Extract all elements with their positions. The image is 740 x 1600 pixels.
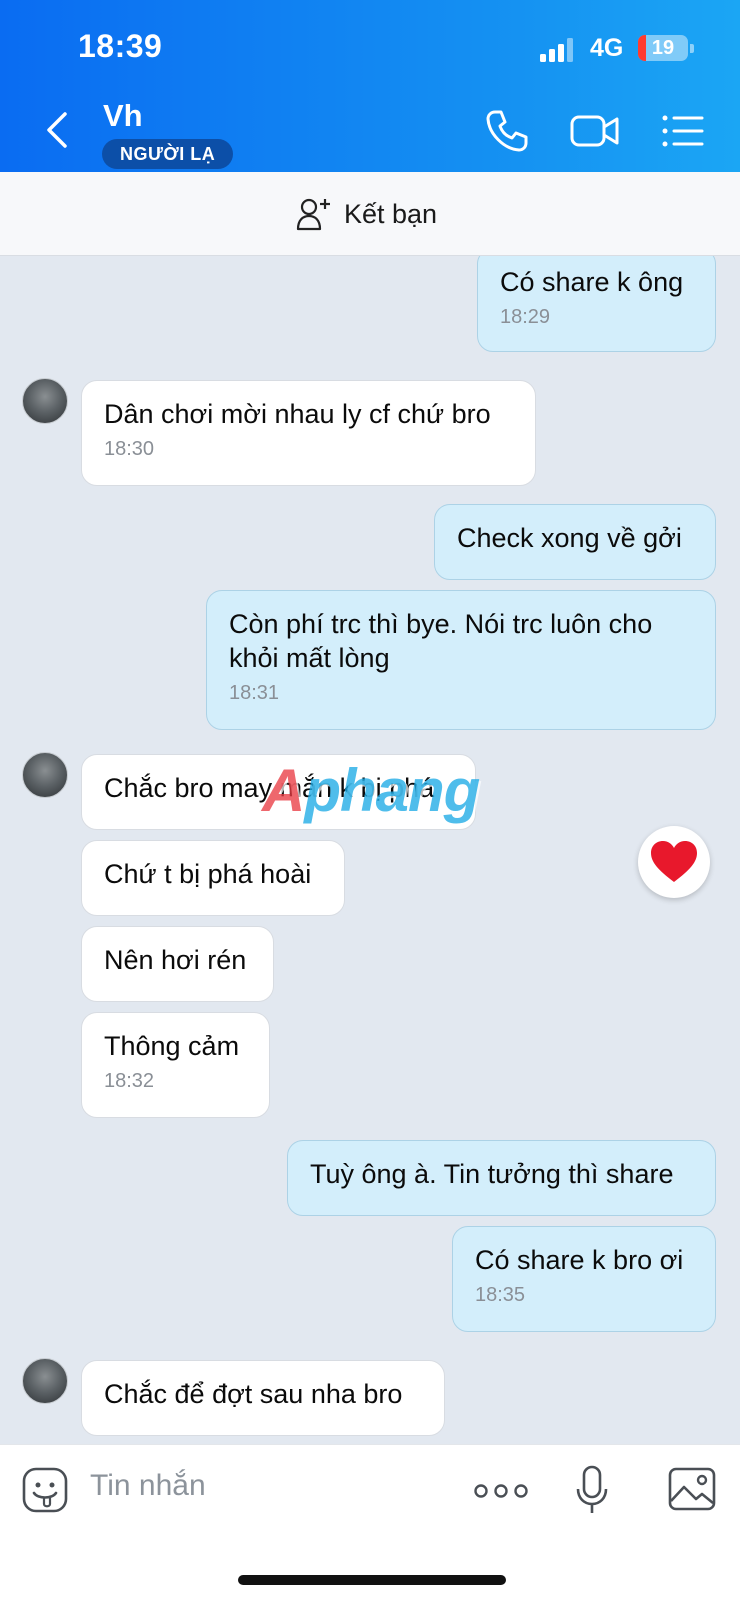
battery-level: 19 bbox=[651, 37, 675, 59]
message-list[interactable]: Có share k ông 18:29 Dân chơi mời nhau l… bbox=[0, 256, 740, 1444]
contact-name[interactable]: Vh bbox=[103, 98, 143, 134]
add-user-icon bbox=[296, 198, 330, 231]
message-bubble-received[interactable]: Nên hơi rén bbox=[81, 926, 274, 1002]
message-bubble-received[interactable]: Thông cảm 18:32 bbox=[81, 1012, 270, 1118]
add-friend-button[interactable]: Kết bạn bbox=[296, 194, 437, 234]
message-bubble-sent[interactable]: Còn phí trc thì bye. Nói trc luôn cho kh… bbox=[206, 590, 716, 730]
contact-avatar[interactable] bbox=[22, 1358, 68, 1404]
message-time: 18:32 bbox=[104, 1070, 155, 1092]
add-friend-bar: Kết bạn bbox=[0, 172, 740, 256]
back-arrow-icon[interactable] bbox=[38, 108, 78, 152]
message-time: 18:29 bbox=[500, 306, 551, 328]
message-text: Check xong về gởi bbox=[457, 523, 682, 553]
microphone-icon[interactable] bbox=[574, 1465, 610, 1515]
contact-avatar[interactable] bbox=[22, 752, 68, 798]
message-bubble-sent[interactable]: Có share k ông 18:29 bbox=[477, 256, 716, 352]
more-options-icon[interactable] bbox=[474, 1479, 528, 1503]
message-text: Có share k ông bbox=[500, 267, 684, 297]
message-text: Chắc để đợt sau nha bro bbox=[104, 1379, 403, 1409]
message-bubble-sent[interactable]: Có share k bro ơi 18:35 bbox=[452, 1226, 716, 1332]
contact-avatar[interactable] bbox=[22, 378, 68, 424]
chat-header: 18:39 4G 19 Vh NGƯỜI LẠ bbox=[0, 0, 740, 172]
message-text: Còn phí trc thì bye. Nói trc luôn cho kh… bbox=[229, 609, 653, 673]
message-time: 18:35 bbox=[475, 1284, 526, 1306]
message-composer: Tin nhắn bbox=[0, 1444, 740, 1600]
message-bubble-sent[interactable]: Tuỳ ông à. Tin tưởng thì share bbox=[287, 1140, 716, 1216]
network-type: 4G bbox=[590, 34, 624, 62]
message-text: Dân chơi mời nhau ly cf chứ bro bbox=[104, 399, 491, 429]
message-bubble-sent[interactable]: Check xong về gởi bbox=[434, 504, 716, 580]
status-time: 18:39 bbox=[78, 28, 163, 64]
message-text: Chứ t bị phá hoài bbox=[104, 859, 312, 889]
message-text: Tuỳ ông à. Tin tưởng thì share bbox=[310, 1159, 674, 1189]
reaction-heart-button[interactable] bbox=[638, 826, 710, 898]
menu-list-icon[interactable] bbox=[660, 108, 706, 154]
battery-icon: 19 bbox=[638, 35, 688, 61]
battery-tip bbox=[690, 44, 694, 53]
stranger-badge: NGƯỜI LẠ bbox=[102, 139, 234, 169]
phone-call-icon[interactable] bbox=[484, 108, 530, 154]
message-text: Thông cảm bbox=[104, 1031, 240, 1061]
message-bubble-received[interactable]: Chứ t bị phá hoài bbox=[81, 840, 345, 916]
video-call-icon[interactable] bbox=[570, 108, 620, 154]
image-gallery-icon[interactable] bbox=[668, 1467, 716, 1511]
message-time: 18:30 bbox=[104, 438, 155, 460]
sticker-emoji-icon[interactable] bbox=[22, 1467, 68, 1513]
add-friend-label: Kết bạn bbox=[344, 198, 438, 229]
home-indicator[interactable] bbox=[238, 1575, 506, 1585]
message-time: 18:31 bbox=[229, 682, 280, 704]
message-input[interactable]: Tin nhắn bbox=[90, 1469, 206, 1503]
message-bubble-received[interactable]: Dân chơi mời nhau ly cf chứ bro 18:30 bbox=[81, 380, 536, 486]
message-text: Nên hơi rén bbox=[104, 945, 247, 975]
heart-icon bbox=[651, 841, 697, 882]
message-text: Có share k bro ơi bbox=[475, 1245, 684, 1275]
cellular-signal-icon bbox=[540, 38, 573, 62]
message-bubble-received[interactable]: Chắc để đợt sau nha bro bbox=[81, 1360, 445, 1436]
watermark-logo: Aphang bbox=[262, 757, 480, 824]
